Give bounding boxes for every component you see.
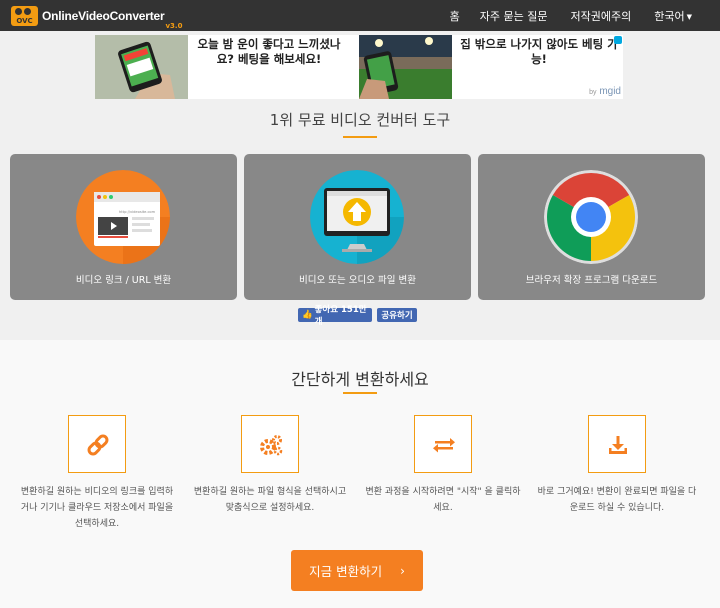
ad-brand: mgid xyxy=(599,86,621,97)
video-link-icon: http://videosite.com xyxy=(76,170,170,264)
logo-badge-text: OVC xyxy=(16,16,33,25)
card-label: 비디오 링크 / URL 변환 xyxy=(75,275,172,286)
logo-version: v3.0 xyxy=(165,21,183,30)
monitor-upload-icon xyxy=(310,170,404,264)
share-label: 공유하기 xyxy=(381,311,413,321)
facebook-like-button[interactable]: 👍 좋아요 151만개 xyxy=(298,305,372,327)
ad-banner[interactable]: 오늘 밤 운이 좋다고 느끼셨나요? 베팅을 해보세요! 집 밖으로 나가지 않… xyxy=(95,35,623,99)
convert-link-card[interactable]: http://videosite.com 비디오 링크 / URL 변환 xyxy=(10,154,237,300)
step-icon-box xyxy=(414,415,472,473)
ad-text[interactable]: 집 밖으로 나가지 않아도 베팅 가능! xyxy=(455,37,623,67)
ad-text[interactable]: 오늘 밤 운이 좋다고 느끼셨나요? 베팅을 해보세요! xyxy=(191,37,347,67)
nav-home-link[interactable]: 홈 xyxy=(450,8,460,24)
logo-camera-icon: OVC xyxy=(11,5,38,26)
page-title: 1위 무료 비디오 컨버터 도구 xyxy=(269,111,451,129)
site-logo[interactable]: OVC OnlineVideoConverter v3.0 xyxy=(11,5,182,30)
step-description: 변환하길 원하는 파일 형식을 선택하시고 맞춤식으로 설정하세요. xyxy=(193,487,347,513)
like-count: 좋아요 151만개 xyxy=(314,305,367,327)
facebook-share-button[interactable]: 공유하기 xyxy=(377,308,417,322)
step-description: 바로 그거예요! 변환이 완료되면 파일을 다운로드 하실 수 있습니다. xyxy=(537,487,697,513)
language-label: 한국어 xyxy=(654,9,685,23)
convert-file-card[interactable]: 비디오 또는 오디오 파일 변환 xyxy=(244,154,471,300)
step-description: 변환하길 원하는 비디오의 링크를 입력하거나 기기나 클라우드 저장소에서 파… xyxy=(20,487,174,529)
card-label: 브라우저 확장 프로그램 다운로드 xyxy=(525,275,658,286)
ad-item[interactable]: 오늘 밤 운이 좋다고 느끼셨나요? 베팅을 해보세요! xyxy=(95,35,359,99)
thumbs-up-icon: 👍 xyxy=(302,310,313,320)
cta-label: 지금 변환하기 xyxy=(309,564,383,579)
nav-faq-link[interactable]: 자주 묻는 질문 xyxy=(480,8,548,24)
nav-copyright-link[interactable]: 저작권에주의 xyxy=(571,8,632,24)
convert-now-button[interactable]: 지금 변환하기 › xyxy=(291,550,423,591)
download-icon xyxy=(609,436,627,454)
gears-icon xyxy=(260,435,283,456)
logo-text: OnlineVideoConverter xyxy=(42,8,165,23)
top-navbar: OVC OnlineVideoConverter v3.0 홈 자주 묻는 질문… xyxy=(0,0,720,31)
nav-language-dropdown[interactable]: 한국어 ▼ xyxy=(654,8,692,24)
ad-image-stadium-betting xyxy=(359,35,452,99)
section-title-underline xyxy=(343,392,377,394)
adchoices-icon[interactable] xyxy=(614,36,622,44)
browser-url-text: http://videosite.com xyxy=(119,210,156,214)
how-it-works-section: 간단하게 변환하세요 변환하길 원하는 비디오의 링크를 입력하거나 기기나 클… xyxy=(0,340,720,608)
ad-item[interactable]: 집 밖으로 나가지 않아도 베팅 가능! by mgid xyxy=(359,35,623,99)
step-icon-box xyxy=(68,415,126,473)
section-title: 간단하게 변환하세요 xyxy=(291,370,429,389)
ad-image-phone-betting xyxy=(95,35,188,99)
chrome-icon xyxy=(544,170,638,264)
ad-by-label: by xyxy=(589,89,597,96)
card-label: 비디오 또는 오디오 파일 변환 xyxy=(299,275,416,286)
exchange-icon xyxy=(433,438,455,453)
step-description: 변환 과정을 시작하려면 "시작" 을 클릭하세요. xyxy=(365,487,521,513)
step-icon-box xyxy=(588,415,646,473)
ad-attribution[interactable]: by mgid xyxy=(589,86,621,97)
caret-down-icon: ▼ xyxy=(686,12,692,21)
title-underline xyxy=(343,136,377,138)
nav-links: 홈 자주 묻는 질문 저작권에주의 한국어 ▼ xyxy=(450,0,720,31)
link-icon xyxy=(87,434,109,456)
step-icon-box xyxy=(241,415,299,473)
browser-extension-card[interactable]: 브라우저 확장 프로그램 다운로드 xyxy=(478,154,705,300)
chevron-right-icon: › xyxy=(400,563,405,578)
